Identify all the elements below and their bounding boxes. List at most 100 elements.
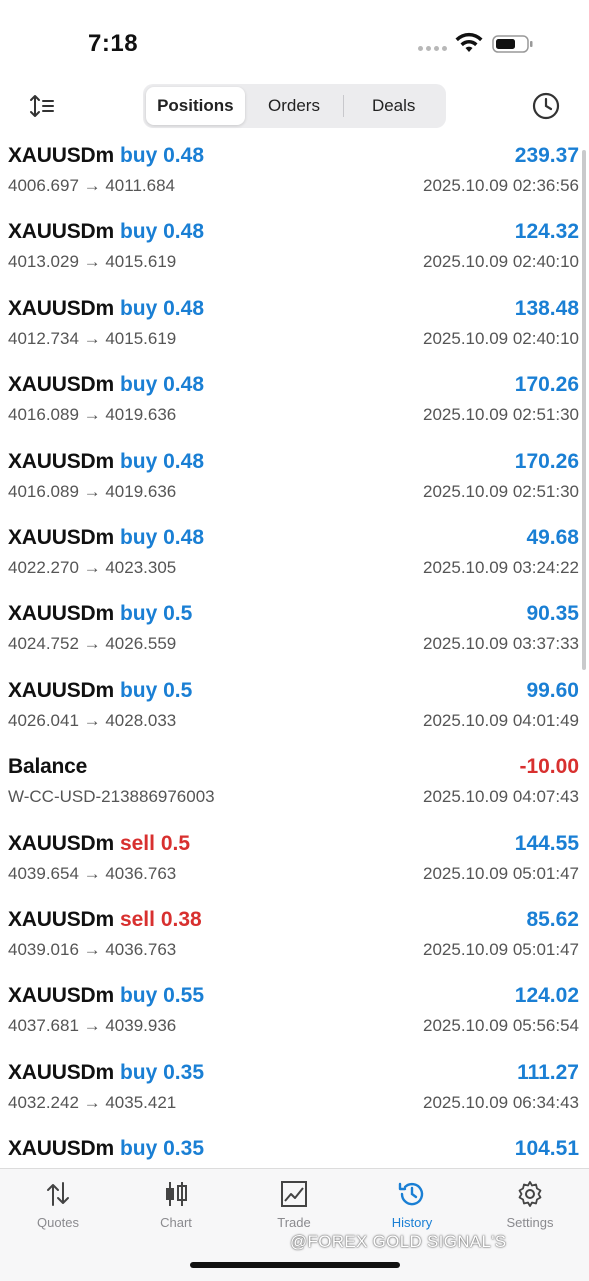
- deal-row[interactable]: XAUUSDm buy 0.48 170.26 4016.089 → 4019.636…: [0, 446, 589, 522]
- deal-prices: 4016.089 → 4019.636: [8, 405, 177, 425]
- deal-symbol: XAUUSDm: [8, 525, 114, 549]
- deal-side-volume: buy 0.35: [119, 1060, 204, 1084]
- scrollbar[interactable]: [582, 150, 586, 670]
- deal-row[interactable]: XAUUSDm sell 0.5 144.55 4039.654 → 4036.763…: [0, 828, 589, 904]
- deal-profit: 104.51: [514, 1137, 579, 1161]
- deal-symbol: Balance: [8, 755, 88, 779]
- home-indicator: [190, 1262, 400, 1268]
- battery-icon: [492, 35, 533, 53]
- deal-symbol: XAUUSDm: [8, 602, 114, 626]
- sort-icon[interactable]: [28, 92, 56, 120]
- deal-row-bottom: 4022.270 → 4023.305 2025.10.09 03:24:22: [8, 558, 579, 582]
- deal-prices: 4006.697 → 4011.684: [8, 176, 175, 195]
- deal-row-top: Balance -10.00: [8, 755, 579, 785]
- deal-time: 2025.10.09 05:01:47: [423, 863, 579, 883]
- tab-positions[interactable]: Positions: [146, 87, 245, 125]
- deal-row[interactable]: XAUUSDm buy 0.35 104.51: [0, 1133, 589, 1168]
- deal-row-bottom: 4037.681 → 4039.936 2025.10.09 05:56:54: [8, 1016, 579, 1040]
- tab-trade[interactable]: Trade: [244, 1179, 344, 1239]
- deal-row[interactable]: Balance -10.00 W-CC-USD-213886976003 2025.1…: [0, 751, 589, 827]
- top-toolbar: Positions Orders Deals: [0, 80, 589, 132]
- tab-label: Quotes: [37, 1215, 79, 1230]
- status-bar: 7:18: [0, 0, 589, 80]
- tab-history[interactable]: History: [362, 1179, 462, 1239]
- deal-time: 2025.10.09 02:36:56: [423, 176, 579, 195]
- deals-list: XAUUSDm buy 0.48 239.37 4006.697 → 4011.684…: [0, 140, 589, 1168]
- tab-settings[interactable]: Settings: [480, 1179, 580, 1239]
- deal-side-volume: buy 0.35: [119, 1137, 204, 1161]
- deal-side-volume: buy 0.5: [119, 678, 193, 702]
- deal-symbol: XAUUSDm: [8, 907, 114, 931]
- deal-profit: 124.32: [514, 220, 579, 244]
- deal-row[interactable]: XAUUSDm buy 0.48 239.37 4006.697 → 4011.684…: [0, 140, 589, 216]
- deal-row-bottom: 4032.242 → 4035.421 2025.10.09 06:34:43: [8, 1093, 579, 1117]
- tab-deals[interactable]: Deals: [344, 87, 443, 125]
- deal-prices: 4013.029 → 4015.619: [8, 252, 177, 272]
- deal-symbol: XAUUSDm: [8, 144, 114, 167]
- deal-side-volume: buy 0.48: [119, 296, 204, 320]
- deal-row-bottom: 4024.752 → 4026.559 2025.10.09 03:37:33: [8, 634, 579, 658]
- deal-side-volume: buy 0.48: [119, 144, 204, 167]
- deal-side-volume: buy 0.48: [119, 525, 204, 549]
- deal-profit: 85.62: [526, 907, 579, 931]
- deal-side-volume: buy 0.48: [119, 373, 204, 397]
- deal-row[interactable]: XAUUSDm buy 0.55 124.02 4037.681 → 4039.936…: [0, 980, 589, 1056]
- deal-row-bottom: 4016.089 → 4019.636 2025.10.09 02:51:30: [8, 482, 579, 506]
- deal-row-top: XAUUSDm buy 0.48 124.32: [8, 220, 579, 250]
- deal-row-bottom: 4012.734 → 4015.619 2025.10.09 02:40:10: [8, 329, 579, 353]
- history-clock-icon[interactable]: [531, 91, 561, 121]
- deal-prices: 4016.089 → 4019.636: [8, 481, 177, 501]
- deal-time: 2025.10.09 02:51:30: [423, 481, 579, 501]
- deal-row[interactable]: XAUUSDm buy 0.48 124.32 4013.029 → 4015.619…: [0, 216, 589, 292]
- deal-side-volume: buy 0.48: [119, 220, 204, 244]
- deal-prices: 4039.016 → 4036.763: [8, 939, 177, 959]
- deal-profit: 111.27: [517, 1060, 579, 1084]
- deal-prices: 4037.681 → 4039.936: [8, 1016, 177, 1036]
- deal-row-top: XAUUSDm buy 0.35 111.27: [8, 1061, 579, 1091]
- deal-symbol: XAUUSDm: [8, 373, 114, 397]
- watermark: @FOREX GOLD SIGNAL'S: [290, 1232, 507, 1251]
- deal-row-top: XAUUSDm buy 0.5 90.35: [8, 602, 579, 632]
- deal-row-top: XAUUSDm buy 0.48 138.48: [8, 297, 579, 327]
- deal-symbol: XAUUSDm: [8, 1060, 114, 1084]
- deal-row[interactable]: XAUUSDm buy 0.5 99.60 4026.041 → 4028.033 20…: [0, 675, 589, 751]
- deal-time: 2025.10.09 06:34:43: [423, 1092, 579, 1112]
- deal-row-bottom: 4039.654 → 4036.763 2025.10.09 05:01:47: [8, 864, 579, 888]
- deal-row-bottom: W-CC-USD-213886976003 2025.10.09 04:07:43: [8, 787, 579, 811]
- deal-profit: 170.26: [514, 373, 579, 397]
- deal-symbol: XAUUSDm: [8, 296, 114, 320]
- deal-row-top: XAUUSDm buy 0.48 170.26: [8, 373, 579, 403]
- deal-row-top: XAUUSDm buy 0.35 104.51: [8, 1137, 579, 1167]
- deal-profit: 124.02: [514, 984, 579, 1008]
- deal-row[interactable]: XAUUSDm buy 0.48 170.26 4016.089 → 4019.636…: [0, 369, 589, 445]
- wifi-icon: [455, 32, 483, 52]
- deal-time: 2025.10.09 04:01:49: [423, 710, 579, 730]
- deal-prices: 4039.654 → 4036.763: [8, 863, 177, 883]
- deal-row[interactable]: XAUUSDm buy 0.48 49.68 4022.270 → 4023.305 2…: [0, 522, 589, 598]
- deal-row[interactable]: XAUUSDm buy 0.35 111.27 4032.242 → 4035.421…: [0, 1057, 589, 1133]
- cellular-signal-icon: [418, 46, 447, 51]
- deal-prices: 4026.041 → 4028.033: [8, 710, 177, 730]
- deal-row-top: XAUUSDm buy 0.55 124.02: [8, 984, 579, 1014]
- deal-row-top: XAUUSDm buy 0.48 170.26: [8, 450, 579, 480]
- deal-profit: 90.35: [526, 602, 579, 626]
- deal-symbol: XAUUSDm: [8, 1137, 114, 1161]
- deal-symbol: XAUUSDm: [8, 678, 114, 702]
- deal-row-bottom: 4013.029 → 4015.619 2025.10.09 02:40:10: [8, 252, 579, 276]
- deal-row[interactable]: XAUUSDm sell 0.38 85.62 4039.016 → 4036.763…: [0, 904, 589, 980]
- deal-time: 2025.10.09 02:51:30: [423, 405, 579, 425]
- tab-orders[interactable]: Orders: [245, 87, 344, 125]
- tab-quotes[interactable]: Quotes: [8, 1179, 108, 1239]
- deal-row[interactable]: XAUUSDm buy 0.48 138.48 4012.734 → 4015.619…: [0, 293, 589, 369]
- deal-row-bottom: 4026.041 → 4028.033 2025.10.09 04:01:49: [8, 711, 579, 735]
- deal-profit: 138.48: [514, 296, 579, 320]
- deal-time: 2025.10.09 05:01:47: [423, 939, 579, 959]
- tab-chart[interactable]: Chart: [126, 1179, 226, 1239]
- deal-row-bottom: 4006.697 → 4011.684 2025.10.09 02:36:56: [8, 176, 579, 200]
- deal-row-top: XAUUSDm buy 0.48 49.68: [8, 526, 579, 556]
- deal-side-volume: sell 0.5: [119, 831, 191, 855]
- deal-row[interactable]: XAUUSDm buy 0.5 90.35 4024.752 → 4026.559 20…: [0, 598, 589, 674]
- tab-label: History: [391, 1215, 433, 1230]
- deal-side-volume: buy 0.48: [119, 449, 204, 473]
- deal-row-bottom: 4016.089 → 4019.636 2025.10.09 02:51:30: [8, 405, 579, 429]
